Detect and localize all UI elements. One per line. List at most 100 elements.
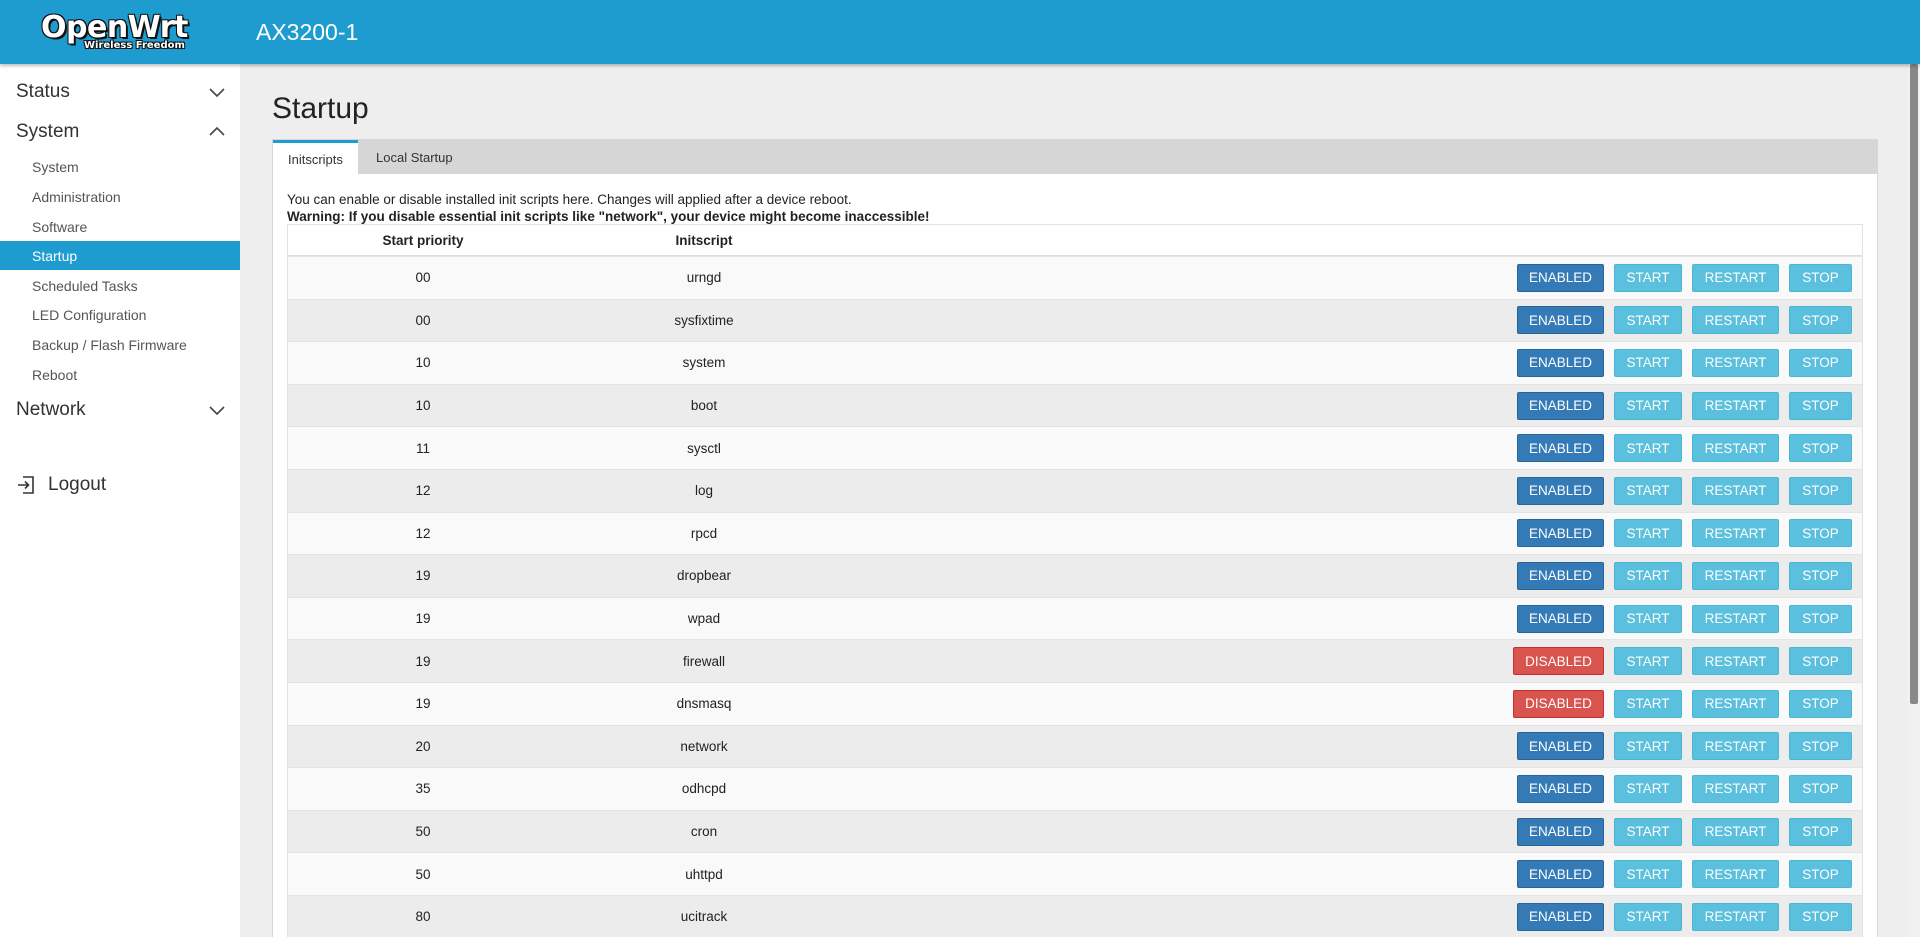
restart-button[interactable]: RESTART [1692, 689, 1779, 718]
enabled-toggle-button[interactable]: ENABLED [1517, 391, 1604, 420]
start-button[interactable]: START [1614, 902, 1682, 931]
start-priority-cell: 00 [415, 270, 431, 286]
stop-button[interactable]: STOP [1789, 519, 1852, 548]
description: You can enable or disable installed init… [287, 191, 929, 225]
enabled-toggle-button[interactable]: ENABLED [1517, 519, 1604, 548]
sidebar-item-led-configuration[interactable]: LED Configuration [0, 300, 240, 329]
start-button[interactable]: START [1614, 860, 1682, 889]
stop-button[interactable]: STOP [1789, 476, 1852, 505]
table-row: 12 rpcd ENABLED START RESTART STOP [288, 511, 1862, 555]
sidebar-item-reboot[interactable]: Reboot [0, 360, 240, 389]
row-actions: ENABLED START RESTART STOP [1507, 348, 1862, 377]
start-button[interactable]: START [1614, 263, 1682, 292]
restart-button[interactable]: RESTART [1692, 902, 1779, 931]
stop-button[interactable]: STOP [1789, 647, 1852, 676]
stop-button[interactable]: STOP [1789, 774, 1852, 803]
start-button[interactable]: START [1614, 732, 1682, 761]
stop-button[interactable]: STOP [1789, 860, 1852, 889]
start-button[interactable]: START [1614, 647, 1682, 676]
stop-button[interactable]: STOP [1789, 561, 1852, 590]
enabled-toggle-button[interactable]: ENABLED [1517, 902, 1604, 931]
sidebar-item-scheduled-tasks[interactable]: Scheduled Tasks [0, 271, 240, 300]
enabled-toggle-button[interactable]: ENABLED [1517, 561, 1604, 590]
scrollbar-thumb[interactable] [1910, 64, 1918, 704]
stop-button[interactable]: STOP [1789, 391, 1852, 420]
start-button[interactable]: START [1614, 476, 1682, 505]
disabled-toggle-button[interactable]: DISABLED [1513, 647, 1604, 676]
top-bar: OpenWrt Wireless Freedom AX3200-1 [0, 0, 1920, 64]
sidebar-item-startup[interactable]: Startup [0, 241, 240, 270]
restart-button[interactable]: RESTART [1692, 519, 1779, 548]
hostname[interactable]: AX3200-1 [256, 19, 358, 46]
restart-button[interactable]: RESTART [1692, 774, 1779, 803]
sidebar-item-backup-flash[interactable]: Backup / Flash Firmware [0, 330, 240, 359]
enabled-toggle-button[interactable]: ENABLED [1517, 774, 1604, 803]
start-button[interactable]: START [1614, 434, 1682, 463]
initscript-cell: boot [690, 398, 718, 414]
row-actions: ENABLED START RESTART STOP [1507, 263, 1862, 292]
sidebar-item-system[interactable]: System [0, 152, 240, 181]
stop-button[interactable]: STOP [1789, 817, 1852, 846]
enabled-toggle-button[interactable]: ENABLED [1517, 348, 1604, 377]
enabled-toggle-button[interactable]: ENABLED [1517, 817, 1604, 846]
sidebar-item-software[interactable]: Software [0, 212, 240, 241]
start-button[interactable]: START [1614, 348, 1682, 377]
initscript-cell: system [682, 355, 726, 371]
sidebar-item-administration[interactable]: Administration [0, 182, 240, 211]
restart-button[interactable]: RESTART [1692, 434, 1779, 463]
enabled-toggle-button[interactable]: ENABLED [1517, 732, 1604, 761]
menu-system[interactable]: System [16, 115, 226, 149]
table-row: 10 boot ENABLED START RESTART STOP [288, 383, 1862, 427]
restart-button[interactable]: RESTART [1692, 263, 1779, 292]
tab-initscripts[interactable]: Initscripts [273, 140, 358, 175]
initscript-cell: ucitrack [680, 909, 728, 925]
stop-button[interactable]: STOP [1789, 434, 1852, 463]
restart-button[interactable]: RESTART [1692, 860, 1779, 889]
start-button[interactable]: START [1614, 604, 1682, 633]
start-button[interactable]: START [1614, 817, 1682, 846]
openwrt-logo[interactable]: OpenWrt Wireless Freedom [41, 8, 201, 54]
start-button[interactable]: START [1614, 561, 1682, 590]
start-priority-cell: 10 [415, 398, 431, 414]
restart-button[interactable]: RESTART [1692, 647, 1779, 676]
enabled-toggle-button[interactable]: ENABLED [1517, 604, 1604, 633]
stop-button[interactable]: STOP [1789, 902, 1852, 931]
restart-button[interactable]: RESTART [1692, 817, 1779, 846]
enabled-toggle-button[interactable]: ENABLED [1517, 306, 1604, 335]
start-button[interactable]: START [1614, 519, 1682, 548]
restart-button[interactable]: RESTART [1692, 348, 1779, 377]
menu-status[interactable]: Status [16, 75, 226, 109]
restart-button[interactable]: RESTART [1692, 604, 1779, 633]
enabled-toggle-button[interactable]: ENABLED [1517, 263, 1604, 292]
stop-button[interactable]: STOP [1789, 348, 1852, 377]
logout-link[interactable]: Logout [16, 468, 106, 502]
start-button[interactable]: START [1614, 689, 1682, 718]
stop-button[interactable]: STOP [1789, 604, 1852, 633]
restart-button[interactable]: RESTART [1692, 476, 1779, 505]
disabled-toggle-button[interactable]: DISABLED [1513, 689, 1604, 718]
restart-button[interactable]: RESTART [1692, 306, 1779, 335]
stop-button[interactable]: STOP [1789, 689, 1852, 718]
tab-local-startup[interactable]: Local Startup [361, 140, 468, 174]
enabled-toggle-button[interactable]: ENABLED [1517, 434, 1604, 463]
start-priority-cell: 35 [415, 781, 431, 797]
restart-button[interactable]: RESTART [1692, 561, 1779, 590]
enabled-toggle-button[interactable]: ENABLED [1517, 860, 1604, 889]
enabled-toggle-button[interactable]: ENABLED [1517, 476, 1604, 505]
stop-button[interactable]: STOP [1789, 306, 1852, 335]
initscript-cell: log [694, 483, 713, 499]
table-row: 12 log ENABLED START RESTART STOP [288, 468, 1862, 512]
start-button[interactable]: START [1614, 774, 1682, 803]
start-button[interactable]: START [1614, 391, 1682, 420]
table-row: 19 wpad ENABLED START RESTART STOP [288, 596, 1862, 640]
table-row: 10 system ENABLED START RESTART STOP [288, 341, 1862, 384]
start-button[interactable]: START [1614, 306, 1682, 335]
stop-button[interactable]: STOP [1789, 263, 1852, 292]
restart-button[interactable]: RESTART [1692, 391, 1779, 420]
initscript-cell: cron [690, 824, 718, 840]
menu-network[interactable]: Network [16, 393, 226, 427]
restart-button[interactable]: RESTART [1692, 732, 1779, 761]
row-actions: ENABLED START RESTART STOP [1507, 902, 1862, 931]
page-scrollbar[interactable] [1908, 64, 1920, 937]
stop-button[interactable]: STOP [1789, 732, 1852, 761]
